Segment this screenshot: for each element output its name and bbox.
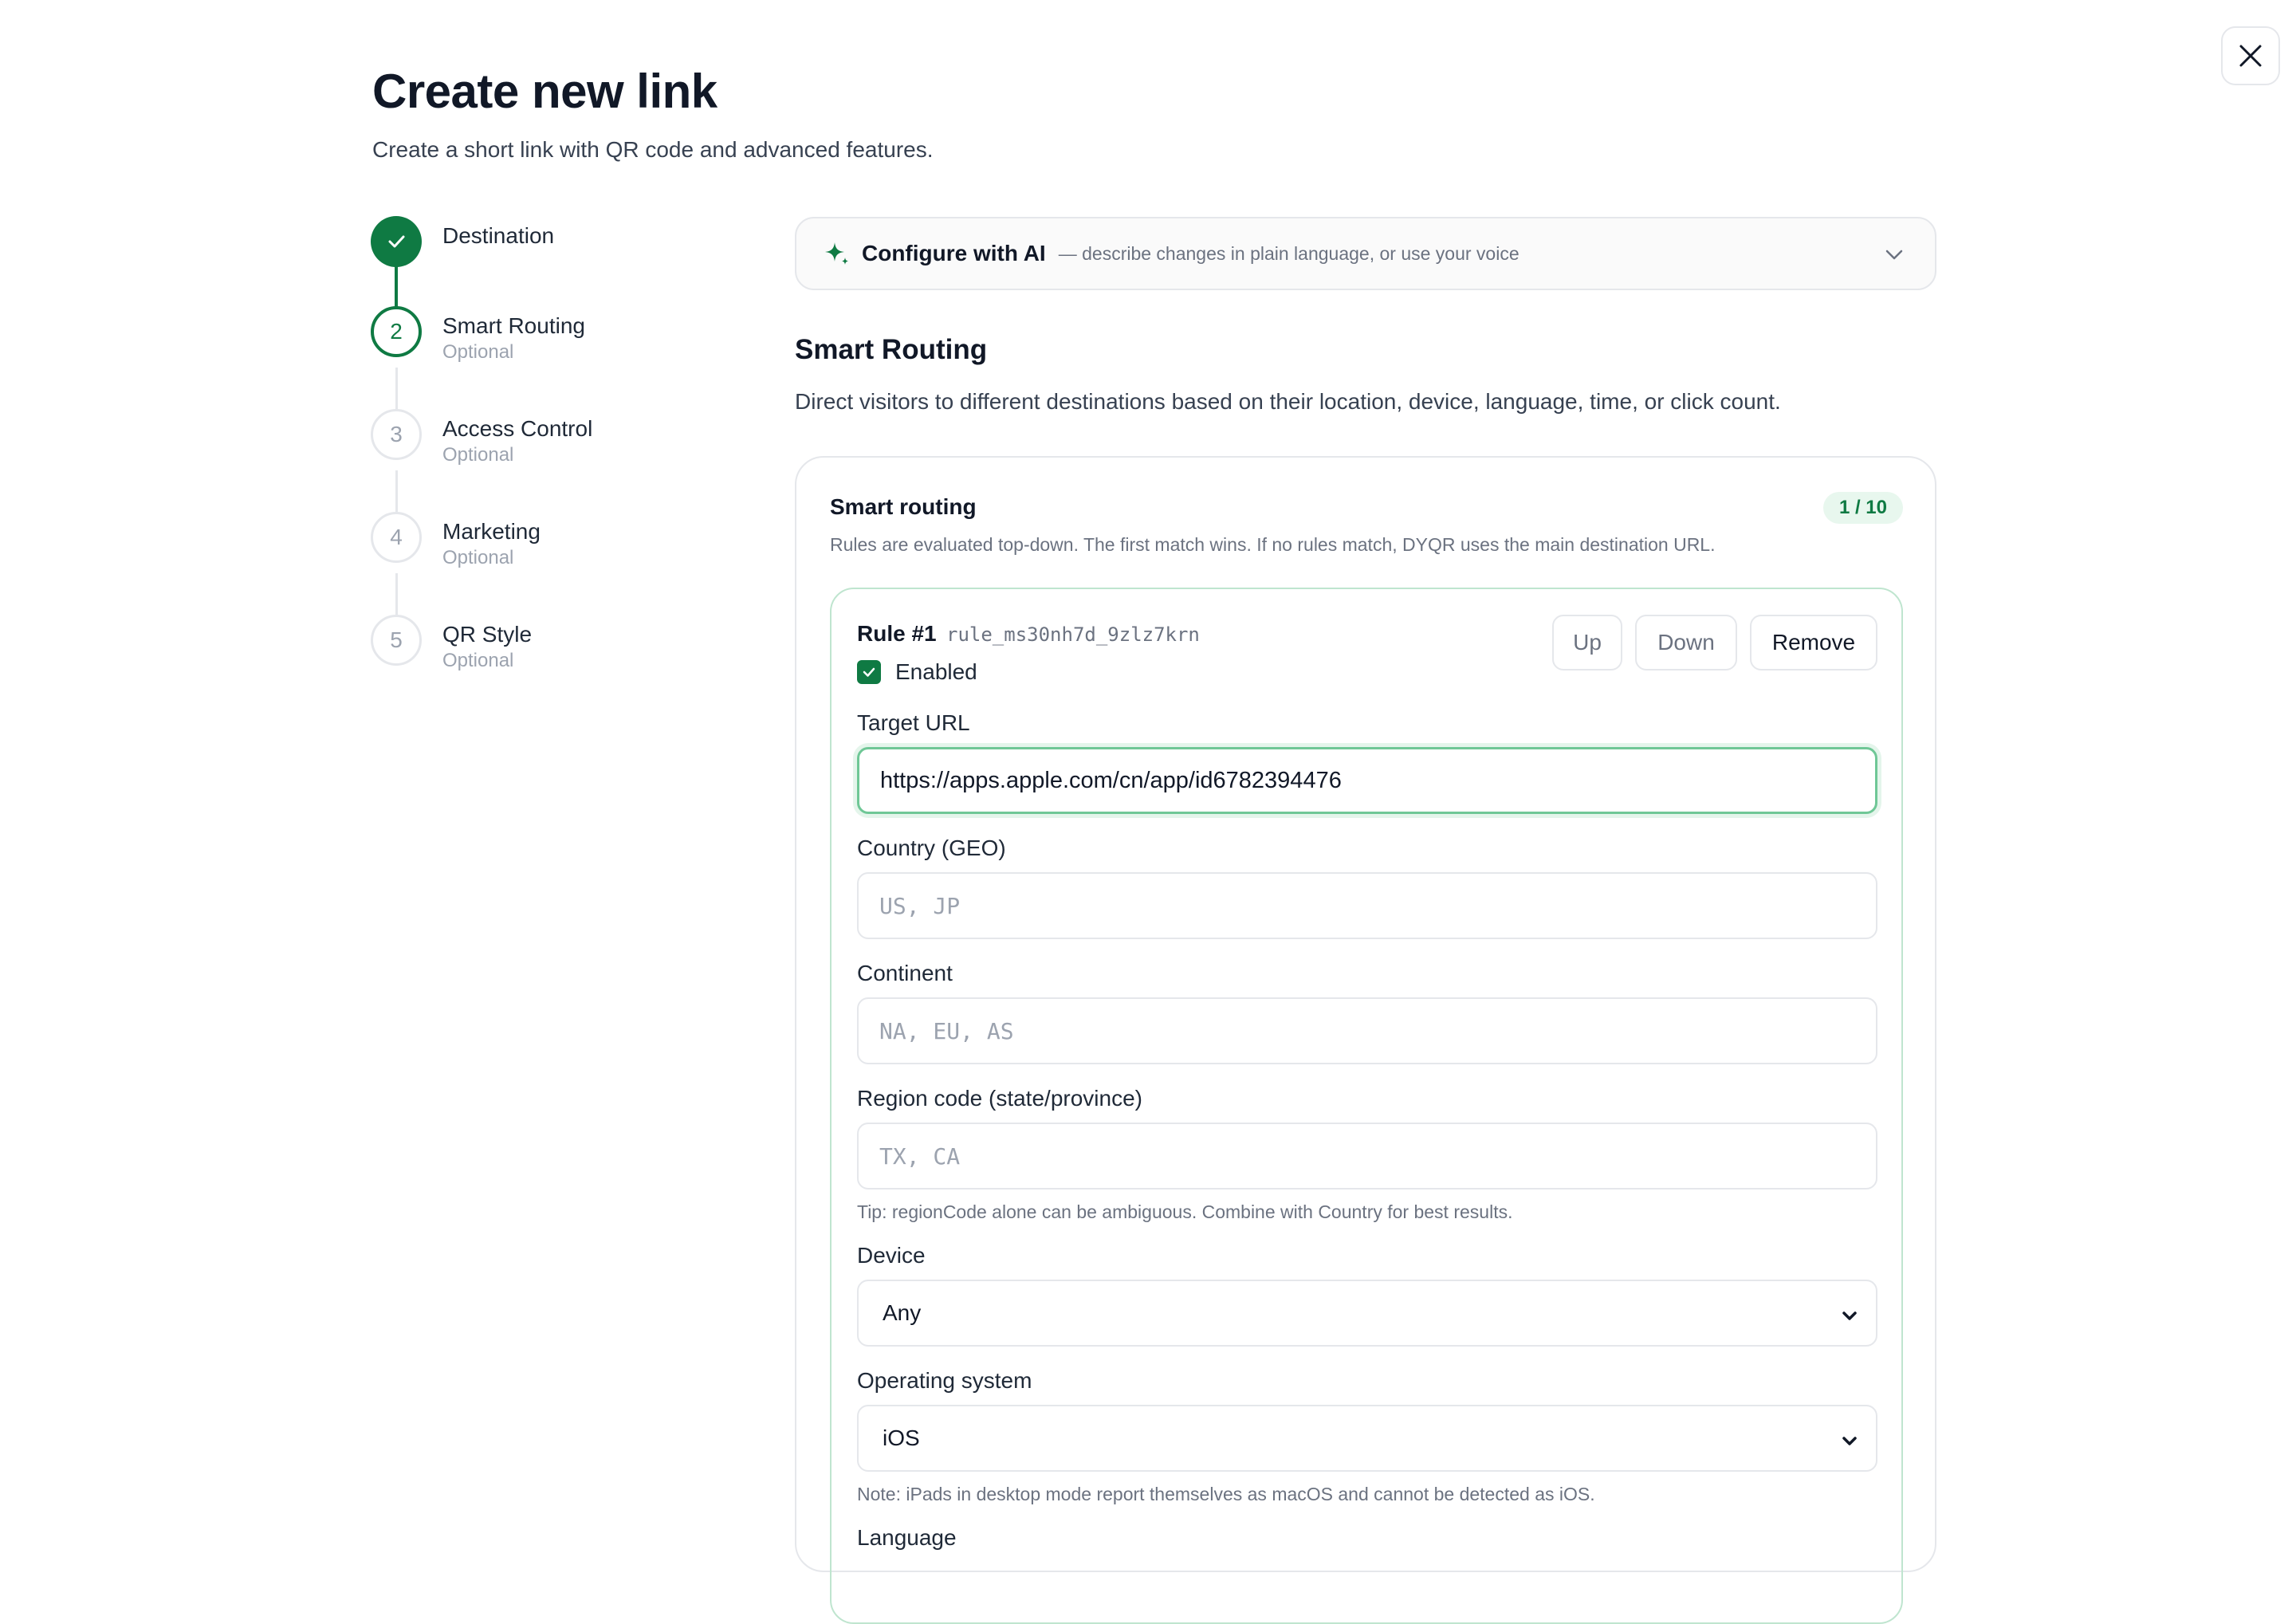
region-hint: Tip: regionCode alone can be ambiguous. …	[857, 1201, 1513, 1222]
configure-with-ai-bar[interactable]: Configure with AI — describe changes in …	[795, 217, 1936, 290]
step-sub: Optional	[442, 547, 514, 568]
check-icon	[388, 235, 405, 248]
smart-routing-card: Smart routing 1 / 10 Rules are evaluated…	[795, 456, 1936, 1624]
target-url-label: Target URL	[857, 710, 970, 735]
step-circle	[371, 216, 422, 267]
device-select[interactable]: Any	[857, 1280, 1877, 1347]
continent-input[interactable]	[857, 997, 1877, 1064]
step-qr-style[interactable]: 5 QR Style Optional	[371, 615, 721, 671]
rule-card: Rule #1 rule_ms30nh7d_9zlz7krn Enabled U…	[830, 588, 1903, 1624]
section-title: Smart Routing	[795, 334, 988, 365]
page-subtitle: Create a short link with QR code and adv…	[372, 137, 934, 162]
chevron-down-icon[interactable]	[1884, 244, 1905, 265]
check-icon	[863, 667, 875, 677]
step-smart-routing[interactable]: 2 Smart Routing Optional	[371, 306, 721, 363]
continent-label: Continent	[857, 961, 953, 985]
device-select-value: Any	[883, 1300, 922, 1325]
step-label: Marketing	[442, 519, 541, 544]
page-title: Create new link	[372, 65, 718, 118]
step-marketing[interactable]: 4 Marketing Optional	[371, 512, 721, 568]
remove-rule-button[interactable]: Remove	[1750, 615, 1877, 670]
country-label: Country (GEO)	[857, 836, 1006, 860]
step-label: Smart Routing	[442, 313, 585, 338]
os-label: Operating system	[857, 1368, 1032, 1393]
ai-bar-title: Configure with AI	[862, 241, 1046, 265]
close-button[interactable]	[2221, 26, 2280, 85]
rule-id: rule_ms30nh7d_9zlz7krn	[946, 623, 1200, 646]
step-circle: 5	[371, 615, 422, 666]
enabled-label: Enabled	[895, 659, 977, 684]
step-sub: Optional	[442, 650, 514, 671]
chevron-down-icon	[1842, 1437, 1857, 1445]
move-down-button[interactable]: Down	[1635, 615, 1737, 670]
enabled-toggle[interactable]: Enabled	[857, 659, 977, 685]
step-sub: Optional	[442, 341, 514, 363]
step-label: QR Style	[442, 622, 533, 647]
sparkle-icon	[825, 242, 848, 265]
rule-title: Rule #1	[857, 621, 937, 646]
page-header: Create new link Create a short link with…	[372, 56, 934, 164]
card-title: Smart routing	[830, 494, 977, 519]
ai-bar-description: — describe changes in plain language, or…	[1058, 242, 1520, 264]
step-label: Destination	[442, 223, 555, 248]
target-url-input[interactable]	[857, 747, 1877, 814]
step-access-control[interactable]: 3 Access Control Optional	[371, 409, 721, 466]
os-hint: Note: iPads in desktop mode report thems…	[857, 1484, 1595, 1504]
rule-count-badge: 1 / 10	[1822, 492, 1903, 524]
move-up-button[interactable]: Up	[1552, 615, 1622, 670]
chevron-down-icon	[1842, 1311, 1857, 1320]
country-input[interactable]	[857, 872, 1877, 939]
language-label: Language	[857, 1525, 957, 1550]
close-icon	[2239, 45, 2262, 67]
card-description: Rules are evaluated top-down. The first …	[830, 534, 1716, 555]
step-circle: 2	[371, 306, 422, 357]
step-destination[interactable]: Destination	[371, 216, 721, 272]
step-sub: Optional	[442, 444, 514, 466]
step-circle: 4	[371, 512, 422, 563]
os-select-value: iOS	[883, 1425, 920, 1450]
os-select[interactable]: iOS	[857, 1405, 1877, 1472]
device-label: Device	[857, 1243, 926, 1268]
step-label: Access Control	[442, 416, 593, 441]
step-circle: 3	[371, 409, 422, 460]
region-label: Region code (state/province)	[857, 1086, 1142, 1111]
section-description: Direct visitors to different destination…	[795, 389, 1781, 414]
region-input[interactable]	[857, 1123, 1877, 1189]
enabled-checkbox[interactable]	[857, 660, 881, 684]
